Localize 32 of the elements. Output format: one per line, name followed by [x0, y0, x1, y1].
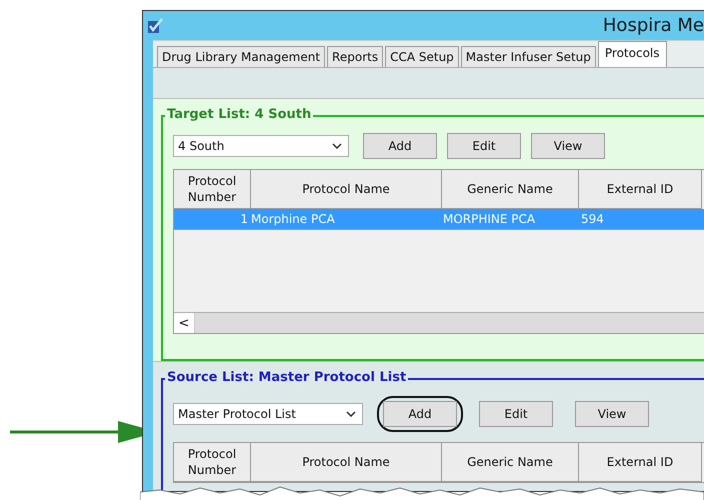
app-icon [147, 18, 163, 34]
column-header[interactable]: Protocol Number [174, 170, 251, 209]
tab[interactable]: Reports [327, 46, 384, 68]
table-cell-text: 594 [580, 212, 605, 226]
table-cell-text: Morphine PCA [250, 212, 336, 226]
column-header[interactable]: Protocol Name [251, 443, 442, 482]
action-button[interactable]: Add [363, 133, 437, 159]
column-header[interactable]: External ID [579, 170, 702, 209]
tab[interactable]: CCA Setup [385, 46, 459, 68]
action-button[interactable]: View [575, 401, 649, 427]
table-cell-text: 1 [239, 212, 249, 226]
window-title: Hospira Me [602, 15, 704, 36]
dropdown[interactable]: 4 South [173, 135, 349, 157]
column-header[interactable]: Protocol Name [251, 170, 442, 209]
action-button[interactable]: View [531, 133, 605, 159]
group-title: Target List: 4 South [165, 107, 314, 122]
dropdown[interactable]: Master Protocol List [173, 403, 363, 425]
column-header[interactable]: Generic Name [442, 443, 579, 482]
tab[interactable]: Drug Library Management [157, 46, 326, 68]
column-header[interactable]: Generic Name [442, 170, 579, 209]
chevron-down-icon [346, 411, 356, 417]
action-button[interactable]: Edit [479, 401, 553, 427]
tab[interactable]: Protocols [598, 41, 666, 68]
table-cell-text: MORPHINE PCA [442, 212, 536, 226]
column-header[interactable]: Protocol Number [174, 443, 251, 482]
action-button[interactable]: Add [383, 401, 457, 427]
scroll-left-button[interactable]: < [174, 313, 195, 333]
action-button[interactable]: Edit [447, 133, 521, 159]
tab[interactable]: Master Infuser Setup [460, 46, 596, 68]
horizontal-scrollbar[interactable]: < [174, 312, 704, 333]
column-header[interactable]: External ID [579, 443, 702, 482]
chevron-down-icon [332, 143, 342, 149]
